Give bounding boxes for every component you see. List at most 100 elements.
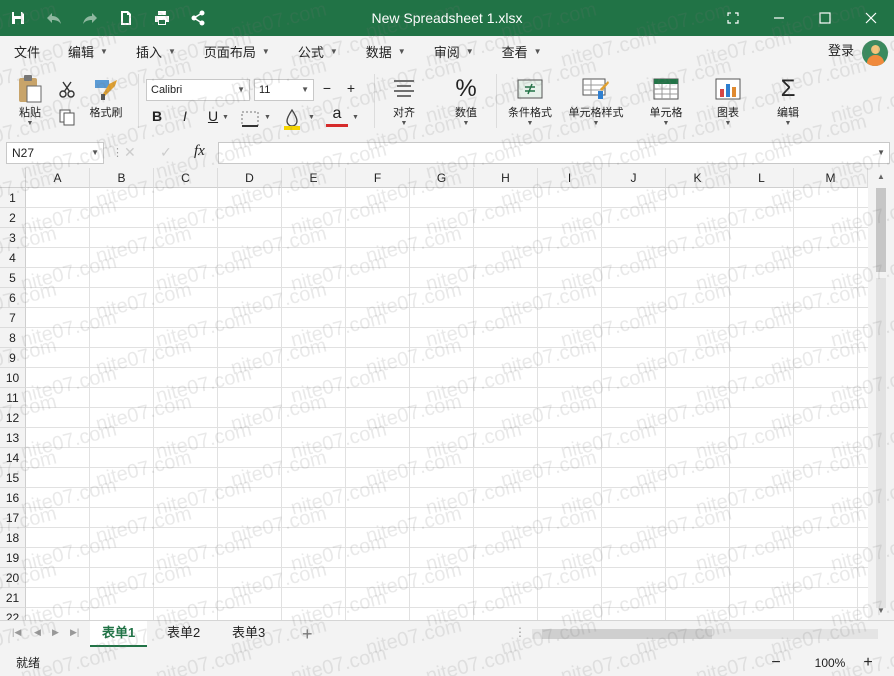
menu-review[interactable]: 审阅 ▼ xyxy=(420,36,488,66)
add-sheet-button[interactable]: + xyxy=(302,623,313,645)
row-header[interactable]: 20 xyxy=(0,568,26,588)
font-color-button[interactable]: a xyxy=(326,106,348,127)
row-header[interactable]: 22 xyxy=(0,608,26,620)
row-header[interactable]: 14 xyxy=(0,448,26,468)
font-name-select[interactable]: Calibri ▼ xyxy=(146,79,250,101)
menu-insert[interactable]: 插入 ▼ xyxy=(122,36,190,66)
menu-view[interactable]: 查看 ▼ xyxy=(488,36,556,66)
undo-icon[interactable] xyxy=(36,0,72,36)
decrease-font-size-button[interactable]: − xyxy=(316,80,338,96)
scroll-thumb[interactable] xyxy=(876,188,886,272)
column-header[interactable]: J xyxy=(602,168,666,188)
row-header[interactable]: 8 xyxy=(0,328,26,348)
row-header[interactable]: 3 xyxy=(0,228,26,248)
sheet-tab-2[interactable]: 表单2 xyxy=(155,621,212,647)
chart-button[interactable]: 图表 ▼ xyxy=(708,72,748,128)
column-header[interactable]: I xyxy=(538,168,602,188)
menu-edit[interactable]: 编辑 ▼ xyxy=(54,36,122,66)
row-header[interactable]: 11 xyxy=(0,388,26,408)
share-icon[interactable] xyxy=(180,0,216,36)
sheet-tab-3[interactable]: 表单3 xyxy=(220,621,277,647)
row-header[interactable]: 10 xyxy=(0,368,26,388)
column-header[interactable]: A xyxy=(26,168,90,188)
row-header[interactable]: 12 xyxy=(0,408,26,428)
column-header[interactable]: E xyxy=(282,168,346,188)
check-icon[interactable]: ✓ xyxy=(160,144,172,161)
row-header[interactable]: 17 xyxy=(0,508,26,528)
menu-page-layout[interactable]: 页面布局 ▼ xyxy=(190,36,284,66)
row-header[interactable]: 7 xyxy=(0,308,26,328)
increase-font-size-button[interactable]: + xyxy=(340,80,362,96)
first-sheet-icon[interactable]: |◀ xyxy=(12,627,21,638)
close-icon[interactable] xyxy=(848,0,894,36)
column-header[interactable]: B xyxy=(90,168,154,188)
column-header[interactable]: L xyxy=(730,168,794,188)
minimize-icon[interactable] xyxy=(756,0,802,36)
save-icon[interactable] xyxy=(0,0,36,36)
column-header[interactable]: C xyxy=(154,168,218,188)
avatar[interactable] xyxy=(862,40,888,66)
menu-file[interactable]: 文件 xyxy=(0,36,54,66)
column-header[interactable]: G xyxy=(410,168,474,188)
row-header[interactable]: 15 xyxy=(0,468,26,488)
formula-input[interactable]: ▼ xyxy=(218,142,890,164)
cells-button[interactable]: 单元格 ▼ xyxy=(644,72,688,128)
row-header[interactable]: 21 xyxy=(0,588,26,608)
horizontal-scrollbar[interactable] xyxy=(532,629,878,639)
cancel-icon[interactable]: ✕ xyxy=(124,144,136,161)
align-button[interactable]: 对齐 ▼ xyxy=(386,72,422,128)
font-size-select[interactable]: 11 ▼ xyxy=(254,79,314,101)
paste-button[interactable]: 粘贴 ▼ xyxy=(12,72,48,128)
zoom-level[interactable]: 100% xyxy=(802,656,858,670)
fx-button[interactable]: fx xyxy=(194,143,205,160)
row-header[interactable]: 6 xyxy=(0,288,26,308)
vertical-scrollbar[interactable]: ▲ ▼ xyxy=(868,168,894,620)
hscroll-thumb[interactable] xyxy=(542,629,712,639)
underline-button[interactable]: U xyxy=(202,108,224,124)
select-all-corner[interactable] xyxy=(0,168,26,188)
number-format-button[interactable]: % 数值 ▼ xyxy=(448,72,484,128)
row-header[interactable]: 4 xyxy=(0,248,26,268)
redo-icon[interactable] xyxy=(72,0,108,36)
chevron-down-icon[interactable]: ▼ xyxy=(222,114,229,121)
print-icon[interactable] xyxy=(144,0,180,36)
zoom-in-button[interactable]: + xyxy=(858,654,878,672)
row-header[interactable]: 18 xyxy=(0,528,26,548)
row-header[interactable]: 5 xyxy=(0,268,26,288)
menu-data[interactable]: 数据 ▼ xyxy=(352,36,420,66)
italic-button[interactable]: I xyxy=(174,108,196,124)
border-icon[interactable] xyxy=(240,110,260,131)
chevron-down-icon[interactable]: ▼ xyxy=(352,114,359,121)
row-header[interactable]: 1 xyxy=(0,188,26,208)
menu-formulas[interactable]: 公式 ▼ xyxy=(284,36,352,66)
row-header[interactable]: 2 xyxy=(0,208,26,228)
maximize-icon[interactable] xyxy=(802,0,848,36)
prev-sheet-icon[interactable]: ◀ xyxy=(34,627,41,638)
format-painter-button[interactable]: 格式刷 xyxy=(86,72,126,120)
column-header[interactable]: F xyxy=(346,168,410,188)
bold-button[interactable]: B xyxy=(146,108,168,124)
row-header[interactable]: 19 xyxy=(0,548,26,568)
fullscreen-icon[interactable] xyxy=(710,0,756,36)
name-box[interactable]: N27 ▼ xyxy=(6,142,104,164)
scroll-down-icon[interactable]: ▼ xyxy=(868,606,894,615)
column-header[interactable]: K xyxy=(666,168,730,188)
next-sheet-icon[interactable]: ▶ xyxy=(52,627,59,638)
conditional-format-button[interactable]: 条件格式 ▼ xyxy=(504,72,556,128)
scissors-icon[interactable] xyxy=(58,80,76,101)
sheet-tab-1[interactable]: 表单1 xyxy=(90,621,148,647)
scroll-up-icon[interactable]: ▲ xyxy=(868,172,894,181)
chevron-down-icon[interactable]: ▼ xyxy=(264,114,271,121)
row-header[interactable]: 16 xyxy=(0,488,26,508)
tab-splitter-icon[interactable]: ⋮ xyxy=(514,625,526,639)
column-header[interactable]: M xyxy=(794,168,868,188)
copy-icon[interactable] xyxy=(58,108,76,129)
last-sheet-icon[interactable]: ▶| xyxy=(70,627,79,638)
column-header[interactable]: H xyxy=(474,168,538,188)
row-header[interactable]: 9 xyxy=(0,348,26,368)
zoom-out-button[interactable]: − xyxy=(766,654,786,672)
column-header[interactable]: D xyxy=(218,168,282,188)
cell-area[interactable] xyxy=(26,188,868,620)
fill-color-icon[interactable] xyxy=(282,108,302,133)
login-link[interactable]: 登录 xyxy=(828,36,854,66)
